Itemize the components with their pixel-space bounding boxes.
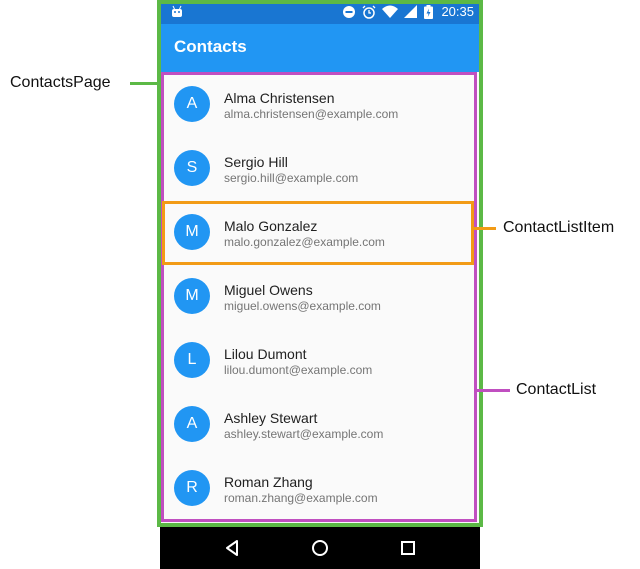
back-icon[interactable]	[220, 536, 244, 560]
contact-list-leader	[477, 389, 510, 392]
home-icon[interactable]	[308, 536, 332, 560]
contact-list-item-label: ContactListItem	[503, 219, 615, 236]
contacts-page-label: ContactsPage	[10, 74, 111, 91]
contact-list-label: ContactList	[516, 381, 597, 398]
contact-list-outline	[161, 72, 477, 522]
nav-bar	[160, 527, 480, 569]
contact-list-item-outline	[162, 201, 474, 265]
contact-list-item-leader	[474, 227, 496, 230]
recents-icon[interactable]	[396, 536, 420, 560]
contacts-page-leader	[130, 82, 157, 85]
